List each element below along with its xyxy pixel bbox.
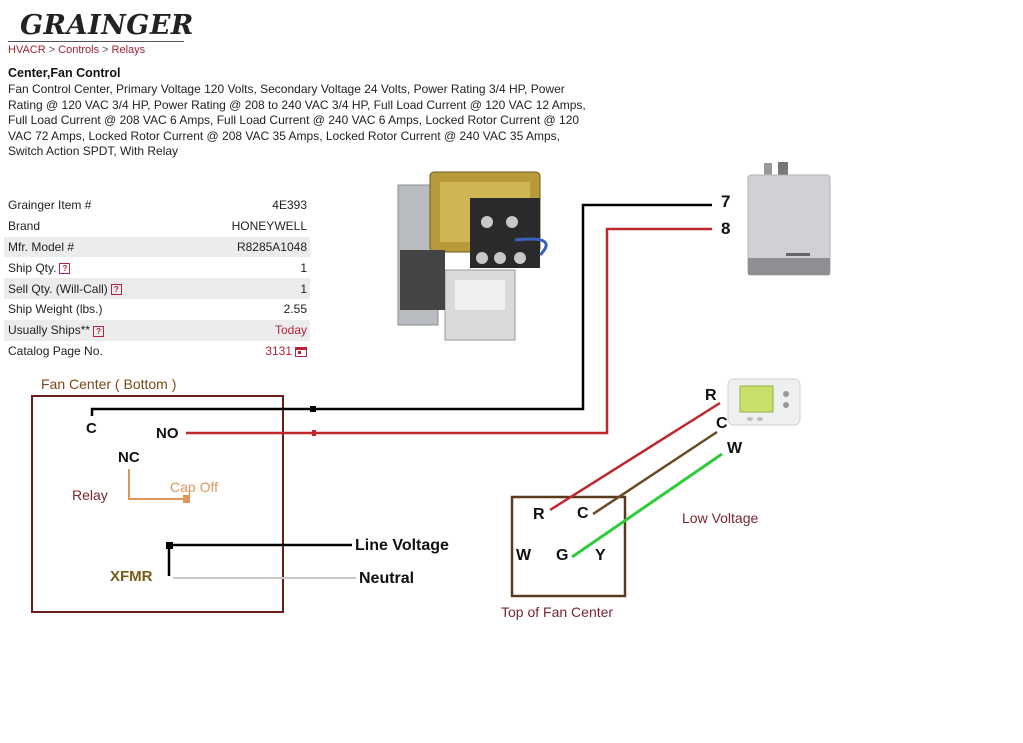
boiler-terminal-7: 7 — [721, 192, 731, 211]
fan-center-relay-image — [397, 171, 548, 341]
thermostat-w-label: W — [727, 440, 743, 457]
fan-center-bottom-title: Fan Center ( Bottom ) — [41, 376, 177, 392]
relay-label: Relay — [72, 487, 108, 503]
wire-junction — [166, 542, 173, 549]
thermostat-image — [727, 378, 801, 426]
neutral-label: Neutral — [359, 570, 415, 587]
cap-off-label: Cap Off — [170, 479, 218, 495]
boiler-terminal-8: 8 — [721, 219, 731, 238]
wire-junction — [312, 430, 316, 436]
top-c-label: C — [577, 505, 589, 522]
boiler-image — [747, 162, 831, 276]
cap-off-end — [183, 495, 190, 503]
top-r-label: R — [533, 506, 545, 523]
terminal-nc-label: NC — [118, 449, 140, 466]
r-wire — [549, 401, 721, 512]
thermostat-r-label: R — [705, 387, 717, 404]
thermostat-c-label: C — [716, 415, 728, 432]
xfmr-label: XFMR — [110, 568, 153, 585]
w-g-wire — [571, 452, 723, 559]
wiring-diagram — [31, 162, 831, 613]
terminal-no-label: NO — [156, 425, 179, 442]
wire-junction — [310, 406, 316, 412]
top-g-label: G — [556, 547, 569, 564]
terminal-c-label: C — [86, 420, 97, 437]
top-y-label: Y — [595, 547, 606, 564]
top-of-fan-center-label: Top of Fan Center — [501, 604, 614, 620]
line-voltage-wire — [167, 543, 352, 576]
low-voltage-label: Low Voltage — [682, 510, 759, 526]
line-voltage-label: Line Voltage — [355, 537, 449, 554]
top-w-label: W — [516, 547, 532, 564]
